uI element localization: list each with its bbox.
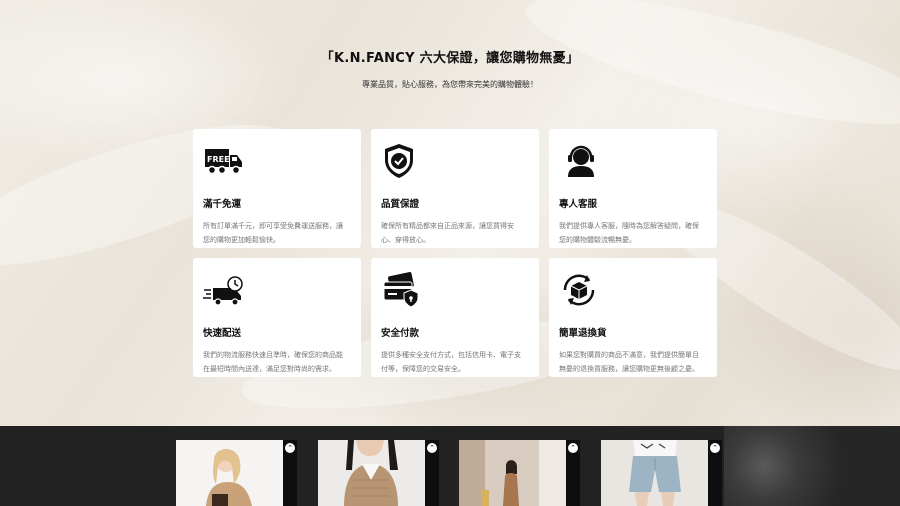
feature-description-line: 如果您對購買的商品不滿意，我們提供簡單且 [559, 351, 699, 359]
feature-description: 確保所有精品都來自正品來源，讓您買得安 心、穿得放心。 [381, 219, 529, 247]
feature-title: 專人客服 [559, 199, 598, 210]
fast-delivery-truck-icon [203, 276, 243, 306]
feature-description-line: 您的購物體驗流暢無憂。 [559, 236, 636, 244]
chevron-up-icon[interactable]: ⌃ [568, 443, 578, 453]
feature-card-fast-delivery: 快速配送 我們的物流服務快速且準時，確保您的商品能 在最短時間內送達，滿足您對時… [193, 258, 361, 377]
feature-description: 所有訂單滿千元，即可享受免費運送服務，讓 您的購物更加輕鬆愉快。 [203, 219, 351, 247]
chevron-up-icon[interactable]: ⌃ [427, 443, 437, 453]
svg-text:FREE: FREE [207, 155, 230, 164]
feature-description: 我們的物流服務快速且準時，確保您的商品能 在最短時間內送達，滿足您對時尚的需求。 [203, 348, 351, 376]
feature-title: 快速配送 [203, 328, 242, 339]
chevron-up-icon[interactable]: ⌃ [285, 443, 295, 453]
product-photo-4[interactable] [601, 440, 708, 506]
feature-card-secure-payment: 安全付款 提供多種安全支付方式，包括信用卡、電子支 付等，保障您的交易安全。 [371, 258, 539, 377]
feature-description-line: 無憂的退換貨服務，讓您購物更無後顧之憂。 [559, 365, 699, 373]
section-subtitle: 專業品質，貼心服務，為您帶來完美的購物體驗！ [362, 80, 538, 89]
feature-description: 如果您對購買的商品不滿意，我們提供簡單且 無憂的退換貨服務，讓您購物更無後顧之憂… [559, 348, 707, 376]
feature-description-line: 提供多種安全支付方式，包括信用卡、電子支 [381, 351, 521, 359]
feature-description-line: 確保所有精品都來自正品來源，讓您買得安 [381, 222, 514, 230]
product-photo-1[interactable] [176, 440, 283, 506]
feature-description-line: 在最短時間內送達，滿足您對時尚的需求。 [203, 365, 336, 373]
feature-description-line: 我們提供專人客服，隨時為您解答疑問，確保 [559, 222, 699, 230]
product-carousel: ⌃ ⌃ ⌃ ⌃ [0, 426, 900, 506]
feature-card-free-shipping: FREE 滿千免運 所有訂單滿千元，即可享受免費運送服務，讓 您的購物更加輕鬆愉… [193, 129, 361, 248]
feature-description-line: 心、穿得放心。 [381, 236, 430, 244]
section-title: 「K.N.FANCY 六大保證，讓您購物無憂」 [320, 51, 580, 66]
feature-description-line: 我們的物流服務快速且準時，確保您的商品能 [203, 351, 343, 359]
feature-title: 滿千免運 [203, 199, 242, 210]
feature-title: 簡單退換貨 [559, 328, 607, 339]
feature-description: 提供多種安全支付方式，包括信用卡、電子支 付等，保障您的交易安全。 [381, 348, 529, 376]
quality-badge-icon [385, 144, 413, 178]
easy-return-box-icon [563, 274, 595, 306]
free-shipping-truck-icon: FREE [205, 149, 242, 175]
secure-payment-card-icon [383, 272, 419, 308]
feature-card-easy-return: 簡單退換貨 如果您對購買的商品不滿意，我們提供簡單且 無憂的退換貨服務，讓您購物… [549, 258, 717, 377]
feature-title: 品質保證 [381, 199, 420, 210]
feature-title: 安全付款 [381, 328, 420, 339]
feature-card-customer-service: 專人客服 我們提供專人客服，隨時為您解答疑問，確保 您的購物體驗流暢無憂。 [549, 129, 717, 248]
feature-description-line: 您的購物更加輕鬆愉快。 [203, 236, 280, 244]
feature-description-line: 所有訂單滿千元，即可享受免費運送服務，讓 [203, 222, 343, 230]
feature-description: 我們提供專人客服，隨時為您解答疑問，確保 您的購物體驗流暢無憂。 [559, 219, 707, 247]
product-photo-2[interactable] [318, 440, 425, 506]
chevron-up-icon[interactable]: ⌃ [710, 443, 720, 453]
customer-service-headset-icon [568, 145, 594, 177]
feature-description-line: 付等，保障您的交易安全。 [381, 365, 465, 373]
carousel-background-image [724, 426, 900, 506]
feature-card-quality: 品質保證 確保所有精品都來自正品來源，讓您買得安 心、穿得放心。 [371, 129, 539, 248]
product-photo-3[interactable] [459, 440, 566, 506]
fabric-fold [516, 0, 900, 150]
